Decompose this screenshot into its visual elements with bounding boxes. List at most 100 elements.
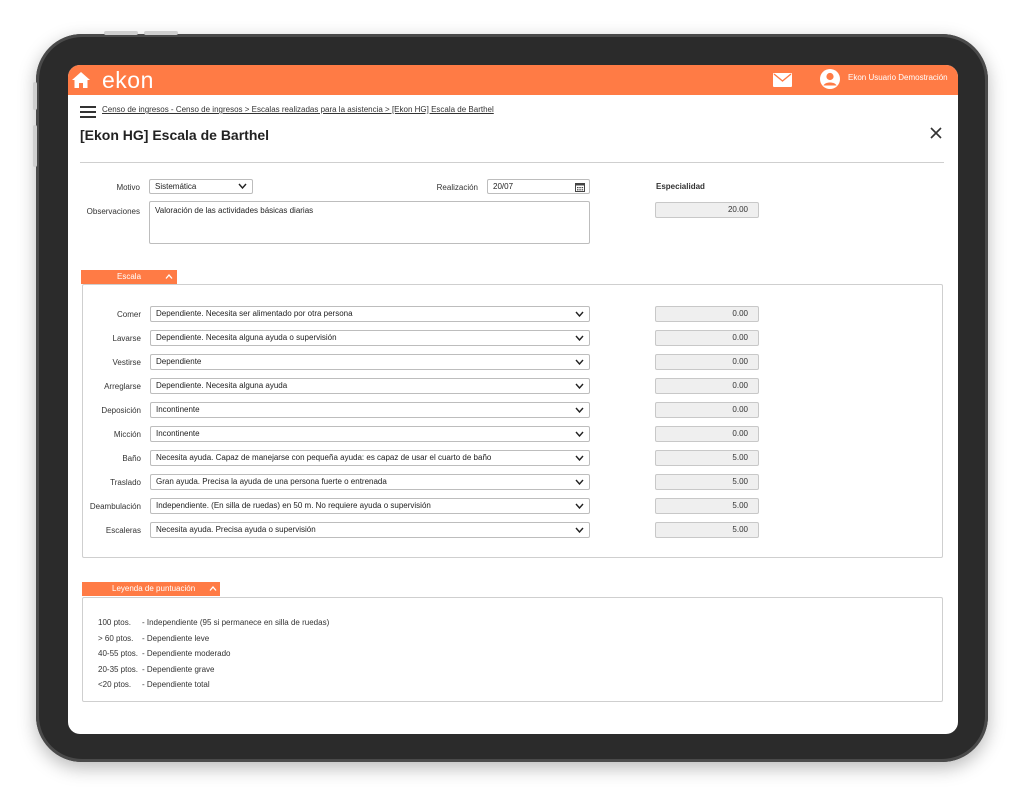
escala-item-label: Micción bbox=[113, 430, 141, 439]
escala-item-value: Dependiente bbox=[156, 357, 202, 366]
escala-section-tab[interactable]: Escala bbox=[81, 270, 177, 284]
chevron-down-icon bbox=[575, 359, 584, 365]
escala-item-score: 0.00 bbox=[655, 402, 759, 418]
escala-item-select[interactable]: Independiente. (En silla de ruedas) en 5… bbox=[150, 498, 590, 514]
escala-item-label: Deposición bbox=[101, 406, 141, 415]
chevron-down-icon bbox=[575, 455, 584, 461]
chevron-down-icon bbox=[575, 479, 584, 485]
tablet-button bbox=[33, 82, 37, 110]
legend-points: 20-35 ptos. bbox=[98, 664, 139, 674]
escala-item-select[interactable]: Incontinente bbox=[150, 402, 590, 418]
escala-item-value: Dependiente. Necesita alguna ayuda bbox=[156, 381, 288, 390]
escala-item-label: Baño bbox=[122, 454, 141, 463]
realizacion-label: Realización bbox=[436, 183, 478, 192]
escala-item-label: Vestirse bbox=[112, 358, 141, 367]
chevron-down-icon bbox=[575, 383, 584, 389]
escala-item-select[interactable]: Gran ayuda. Precisa la ayuda de una pers… bbox=[150, 474, 590, 490]
escala-item-value: Necesita ayuda. Precisa ayuda o supervis… bbox=[156, 525, 316, 534]
escala-item-score: 5.00 bbox=[655, 450, 759, 466]
user-name[interactable]: Ekon Usuario Demostración bbox=[848, 73, 948, 82]
especialidad-label: Especialidad bbox=[656, 182, 705, 191]
escala-item-value: Dependiente. Necesita alguna ayuda o sup… bbox=[156, 333, 337, 342]
escala-item-score: 0.00 bbox=[655, 378, 759, 394]
escala-item-select[interactable]: Necesita ayuda. Precisa ayuda o supervis… bbox=[150, 522, 590, 538]
escala-item-select[interactable]: Incontinente bbox=[150, 426, 590, 442]
user-avatar-icon[interactable] bbox=[820, 69, 840, 89]
escala-item-label: Comer bbox=[116, 310, 141, 319]
chevron-down-icon bbox=[575, 527, 584, 533]
chevron-down-icon bbox=[575, 503, 584, 509]
hamburger-menu-icon[interactable] bbox=[80, 106, 96, 118]
divider bbox=[80, 162, 944, 163]
chevron-down-icon bbox=[575, 431, 584, 437]
escala-item-score: 5.00 bbox=[655, 498, 759, 514]
screen: ekon Ekon Usuario Demostración Censo de … bbox=[68, 65, 958, 734]
legend-line: 40-55 ptos. - Dependiente moderado bbox=[98, 649, 231, 658]
tablet-button bbox=[33, 125, 37, 167]
observaciones-label: Observaciones bbox=[86, 207, 140, 216]
tablet-button bbox=[144, 31, 178, 35]
escala-item-select[interactable]: Dependiente. Necesita alguna ayuda bbox=[150, 378, 590, 394]
especialidad-total-score: 20.00 bbox=[655, 202, 759, 218]
legend-points: 40-55 ptos. bbox=[98, 649, 139, 658]
leyenda-section-tab[interactable]: Leyenda de puntuación bbox=[82, 582, 220, 596]
legend-line: <20 ptos. - Dependiente total bbox=[98, 680, 210, 689]
close-icon[interactable] bbox=[929, 126, 943, 140]
escala-item-select[interactable]: Dependiente. Necesita alguna ayuda o sup… bbox=[150, 330, 590, 346]
legend-description: - Dependiente leve bbox=[142, 633, 210, 643]
escala-item-label: Deambulación bbox=[89, 502, 141, 511]
leyenda-tab-label: Leyenda de puntuación bbox=[112, 584, 196, 593]
motivo-label: Motivo bbox=[116, 183, 140, 192]
chevron-up-icon bbox=[209, 586, 217, 591]
logo[interactable]: ekon bbox=[102, 66, 154, 94]
chevron-up-icon bbox=[165, 274, 173, 279]
breadcrumb[interactable]: Censo de ingresos - Censo de ingresos > … bbox=[102, 105, 494, 114]
escala-item-select[interactable]: Dependiente bbox=[150, 354, 590, 370]
motivo-value: Sistemática bbox=[155, 182, 197, 191]
realizacion-value: 20/07 bbox=[493, 182, 514, 191]
mail-icon[interactable] bbox=[773, 73, 792, 87]
legend-line: > 60 ptos. - Dependiente leve bbox=[98, 634, 209, 643]
legend-description: - Dependiente moderado bbox=[142, 649, 231, 658]
chevron-down-icon bbox=[238, 183, 247, 189]
legend-description: - Independiente (95 si permanece en sill… bbox=[142, 618, 330, 627]
escala-panel bbox=[82, 284, 943, 558]
legend-line: 100 ptos. - Independiente (95 si permanec… bbox=[98, 618, 329, 627]
legend-points: > 60 ptos. bbox=[98, 633, 134, 643]
escala-item-score: 0.00 bbox=[655, 330, 759, 346]
page-title: [Ekon HG] Escala de Barthel bbox=[80, 127, 270, 143]
escala-tab-label: Escala bbox=[117, 272, 142, 281]
calendar-icon[interactable] bbox=[575, 182, 585, 192]
chevron-down-icon bbox=[575, 335, 584, 341]
escala-item-value: Gran ayuda. Precisa la ayuda de una pers… bbox=[156, 477, 387, 486]
legend-points: 100 ptos. bbox=[98, 618, 131, 627]
escala-item-score: 5.00 bbox=[655, 522, 759, 538]
app-header: ekon Ekon Usuario Demostración bbox=[68, 65, 958, 95]
realizacion-date-input[interactable]: 20/07 bbox=[487, 179, 590, 194]
escala-item-score: 0.00 bbox=[655, 354, 759, 370]
escala-item-label: Traslado bbox=[110, 478, 141, 487]
escala-item-score: 0.00 bbox=[655, 306, 759, 322]
escala-item-score: 5.00 bbox=[655, 474, 759, 490]
legend-description: - Dependiente grave bbox=[142, 664, 215, 674]
chevron-down-icon bbox=[575, 311, 584, 317]
escala-item-value: Incontinente bbox=[156, 429, 200, 438]
legend-description: - Dependiente total bbox=[142, 680, 210, 689]
escala-item-value: Necesita ayuda. Capaz de manejarse con p… bbox=[156, 453, 492, 462]
chevron-down-icon bbox=[575, 407, 584, 413]
escala-item-score: 0.00 bbox=[655, 426, 759, 442]
escala-item-label: Arreglarse bbox=[104, 382, 141, 391]
escala-item-select[interactable]: Dependiente. Necesita ser alimentado por… bbox=[150, 306, 590, 322]
legend-line: 20-35 ptos. - Dependiente grave bbox=[98, 665, 215, 674]
tablet-button bbox=[104, 31, 138, 35]
escala-item-label: Escaleras bbox=[105, 526, 141, 535]
escala-item-value: Independiente. (En silla de ruedas) en 5… bbox=[156, 501, 431, 510]
home-icon[interactable] bbox=[71, 71, 91, 89]
motivo-select[interactable]: Sistemática bbox=[149, 179, 253, 194]
escala-item-label: Lavarse bbox=[112, 334, 141, 343]
escala-item-select[interactable]: Necesita ayuda. Capaz de manejarse con p… bbox=[150, 450, 590, 466]
observaciones-textarea[interactable]: Valoración de las actividades básicas di… bbox=[149, 201, 590, 244]
legend-points: <20 ptos. bbox=[98, 680, 132, 689]
escala-item-value: Dependiente. Necesita ser alimentado por… bbox=[156, 309, 353, 318]
escala-item-value: Incontinente bbox=[156, 405, 200, 414]
